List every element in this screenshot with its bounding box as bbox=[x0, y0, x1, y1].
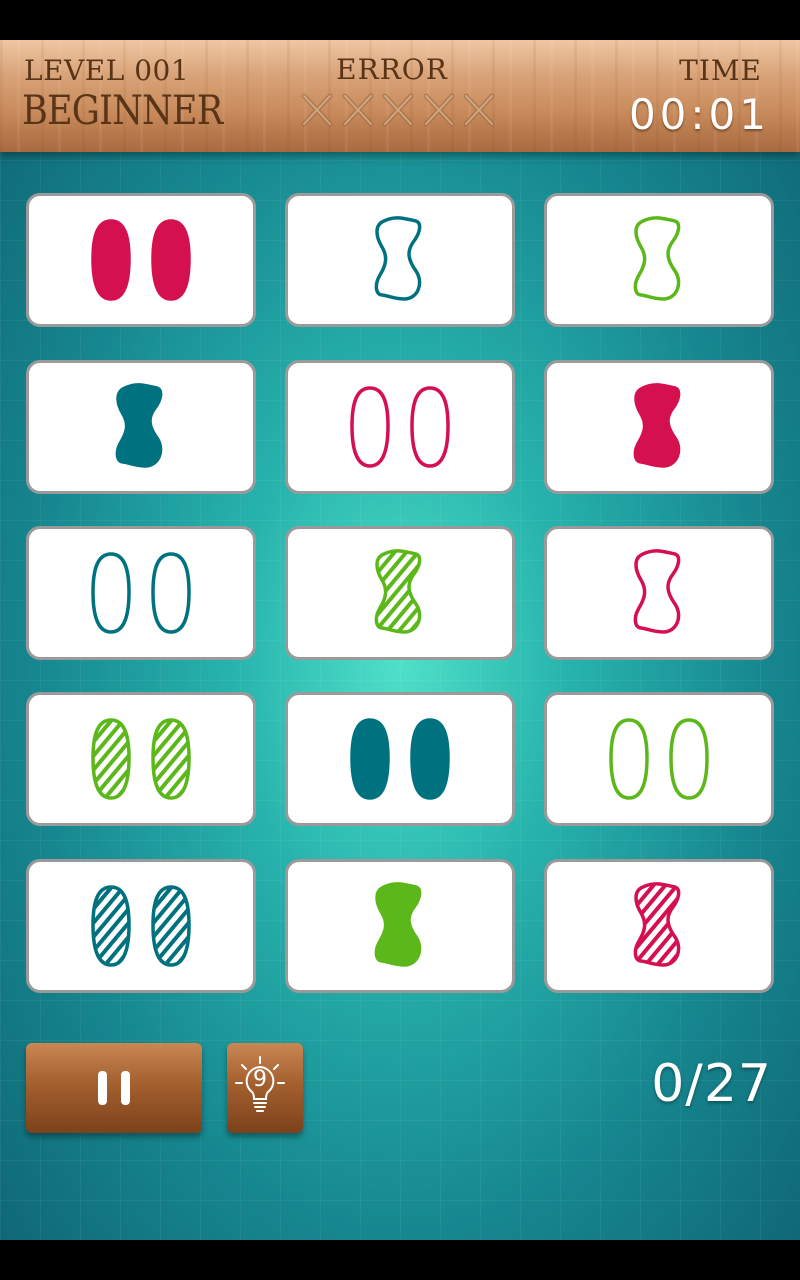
squiggle-striped-symbol bbox=[374, 549, 422, 634]
oval-outline-symbol bbox=[91, 552, 191, 634]
time-value: 00:01 bbox=[628, 90, 770, 139]
oval-solid-symbol bbox=[91, 219, 191, 301]
card[interactable] bbox=[285, 360, 515, 494]
card[interactable] bbox=[285, 859, 515, 993]
card[interactable] bbox=[26, 692, 256, 826]
card[interactable] bbox=[544, 193, 774, 327]
hint-button[interactable]: 9 bbox=[227, 1043, 303, 1133]
oval-striped-symbol bbox=[91, 885, 191, 967]
pause-button[interactable] bbox=[26, 1043, 202, 1133]
error-marks bbox=[300, 90, 496, 130]
card[interactable] bbox=[544, 859, 774, 993]
card[interactable] bbox=[26, 859, 256, 993]
oval-striped-symbol bbox=[91, 718, 191, 800]
time-label: TIME bbox=[679, 54, 762, 87]
card[interactable] bbox=[285, 526, 515, 660]
squiggle-striped-symbol bbox=[633, 882, 681, 967]
card[interactable] bbox=[544, 692, 774, 826]
squiggle-outline-symbol bbox=[633, 216, 681, 301]
status-bar bbox=[0, 0, 800, 40]
oval-solid-symbol bbox=[350, 718, 450, 800]
card[interactable] bbox=[26, 193, 256, 327]
x-mark-icon bbox=[342, 93, 373, 127]
squiggle-solid-symbol bbox=[115, 383, 163, 468]
pause-icon bbox=[98, 1071, 107, 1105]
difficulty-label: BEGINNER bbox=[22, 88, 223, 134]
x-mark-icon bbox=[423, 93, 454, 127]
oval-outline-symbol bbox=[350, 386, 450, 468]
sets-progress: 0/27 bbox=[651, 1054, 772, 1114]
card[interactable] bbox=[544, 526, 774, 660]
x-mark-icon bbox=[463, 93, 495, 127]
x-mark-icon bbox=[382, 93, 414, 127]
error-label: ERROR bbox=[336, 53, 448, 86]
card[interactable] bbox=[285, 193, 515, 327]
card[interactable] bbox=[26, 360, 256, 494]
card[interactable] bbox=[285, 692, 515, 826]
squiggle-solid-symbol bbox=[374, 882, 422, 967]
squiggle-outline-symbol bbox=[374, 216, 422, 301]
card[interactable] bbox=[26, 526, 256, 660]
hint-count: 9 bbox=[253, 1067, 267, 1092]
card[interactable] bbox=[544, 360, 774, 494]
x-mark-icon bbox=[301, 93, 333, 127]
oval-outline-symbol bbox=[609, 718, 709, 800]
squiggle-outline-symbol bbox=[633, 549, 681, 634]
navigation-bar bbox=[0, 1240, 800, 1280]
squiggle-solid-symbol bbox=[633, 383, 681, 468]
wooden-header: LEVEL 001 BEGINNER ERROR TIME 00:01 bbox=[0, 40, 800, 152]
